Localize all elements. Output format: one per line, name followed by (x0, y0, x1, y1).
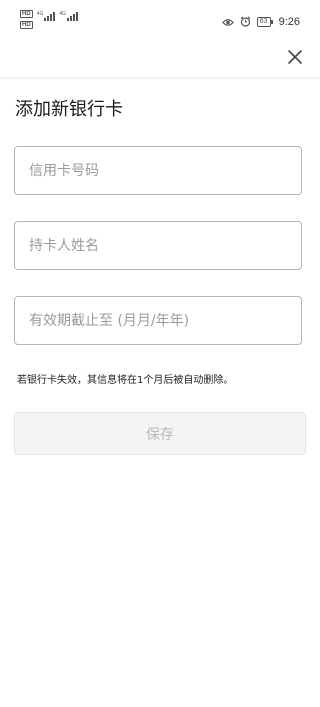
top-bar (0, 36, 320, 78)
save-button[interactable]: 保存 (14, 412, 306, 455)
network-status: HD HD 4G 4G (20, 10, 79, 29)
expiry-field[interactable] (14, 296, 302, 345)
holder-name-field[interactable] (14, 221, 302, 270)
holder-name-input[interactable] (15, 222, 301, 269)
close-button[interactable] (282, 44, 308, 70)
status-bar: HD HD 4G 4G 63 9:26 (0, 0, 320, 36)
hd-badge-1: HD (20, 10, 33, 18)
battery-icon: 63 (256, 16, 273, 27)
eye-icon (221, 12, 234, 31)
clock-time: 9:26 (278, 15, 300, 28)
card-number-field[interactable] (14, 146, 302, 195)
alarm-icon (240, 12, 251, 31)
hd-badge-2: HD (20, 21, 33, 29)
expiry-input[interactable] (15, 297, 301, 344)
expiry-notice: 若银行卡失效，其信息将在1个月后被自动删除。 (17, 375, 234, 386)
signal-icon-1: 4G (37, 12, 56, 21)
signal-icon-2: 4G (59, 12, 79, 21)
page-title: 添加新银行卡 (15, 99, 123, 120)
card-number-input[interactable] (15, 147, 301, 194)
close-icon (288, 50, 302, 64)
